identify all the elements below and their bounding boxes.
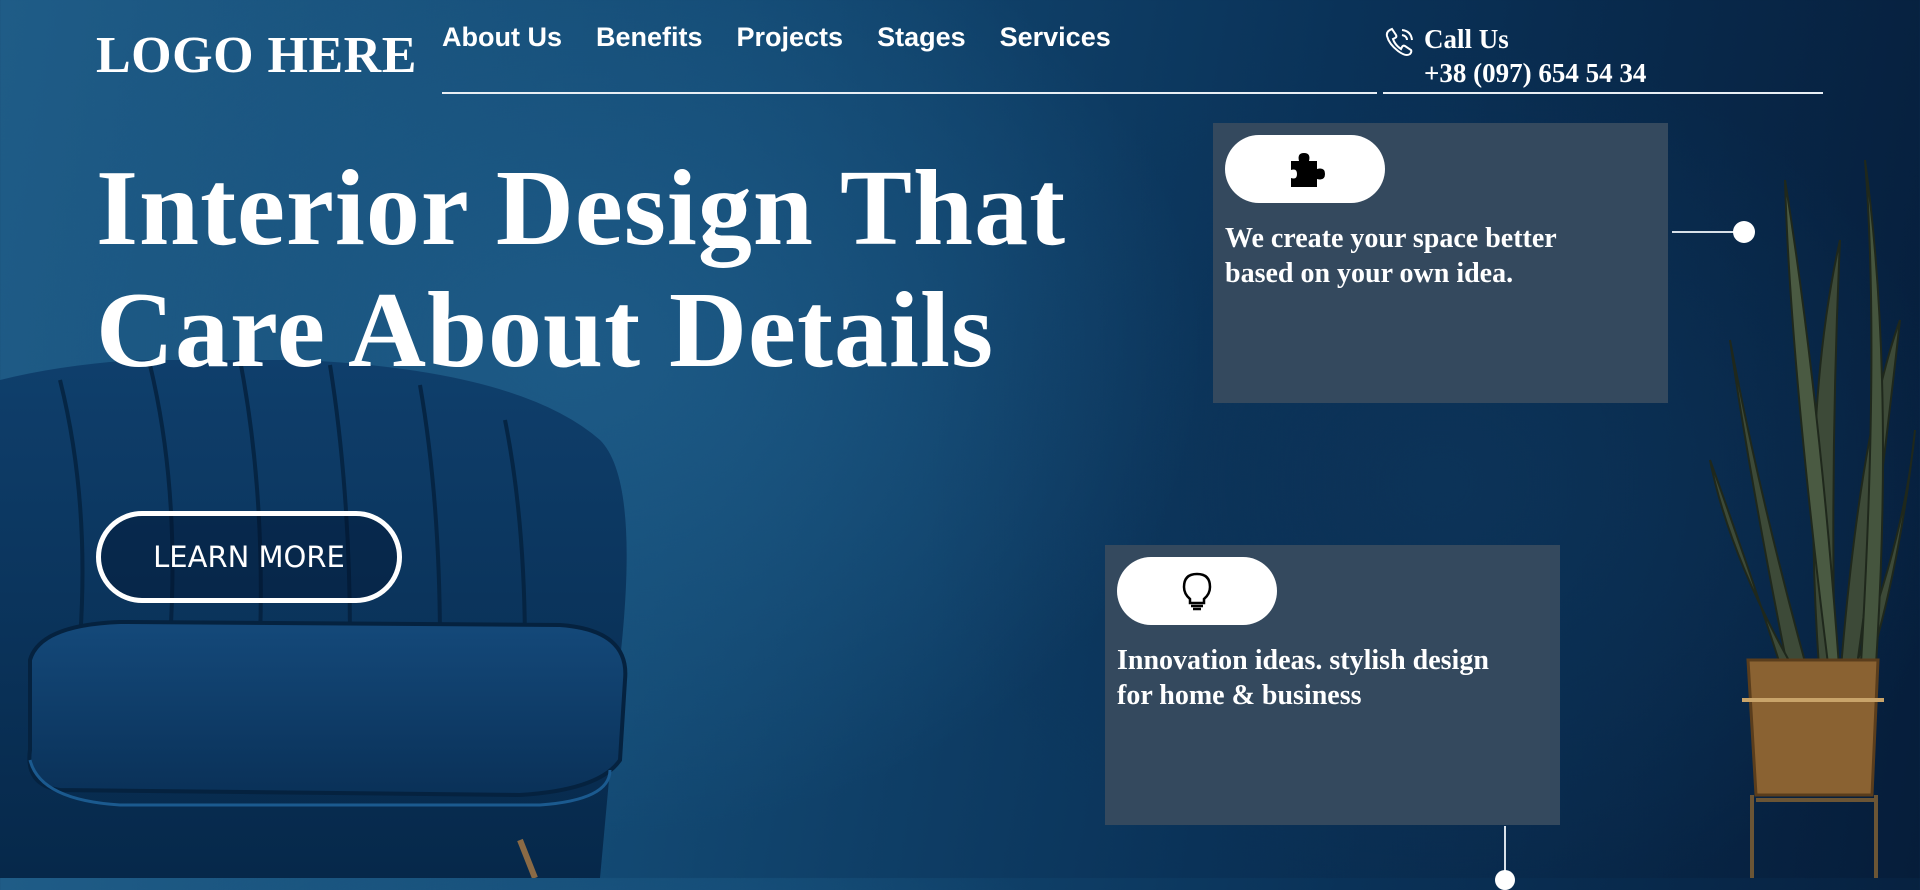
hero-title-line-2: Care About Details [96, 271, 994, 390]
feature-text: We create your space better based on you… [1225, 223, 1557, 289]
hero-title: Interior Design That Care About Details [96, 148, 1066, 392]
puzzle-icon [1291, 153, 1325, 187]
feature-card-1: We create your space better based on you… [1213, 123, 1668, 403]
feature-text: Innovation ideas. stylish design for hom… [1117, 645, 1489, 711]
phone-number[interactable]: +38 (097) 654 54 34 [1424, 58, 1646, 89]
main-nav: About Us Benefits Projects Stages Servic… [442, 22, 1111, 53]
feature-icon-pill [1225, 135, 1385, 203]
feature-icon-pill [1117, 557, 1277, 625]
nav-benefits[interactable]: Benefits [596, 22, 703, 53]
connector-dot [1733, 221, 1755, 243]
lightbulb-icon [1182, 572, 1212, 611]
call-us-title: Call Us [1424, 24, 1509, 54]
nav-stages[interactable]: Stages [877, 22, 966, 53]
armchair-image [0, 360, 628, 878]
hero-title-line-1: Interior Design That [96, 149, 1067, 268]
nav-services[interactable]: Services [1000, 22, 1111, 53]
nav-projects[interactable]: Projects [737, 22, 844, 53]
learn-more-button[interactable]: LEARN MORE [96, 511, 402, 603]
feature-card-2: Innovation ideas. stylish design for hom… [1105, 545, 1560, 825]
plant-image [1709, 159, 1916, 878]
nav-divider [442, 92, 1377, 94]
logo[interactable]: LOGO HERE [96, 26, 417, 85]
nav-about-us[interactable]: About Us [442, 22, 562, 53]
phone-icon [1385, 27, 1413, 56]
connector-dot [1495, 870, 1515, 890]
call-divider [1383, 92, 1823, 94]
